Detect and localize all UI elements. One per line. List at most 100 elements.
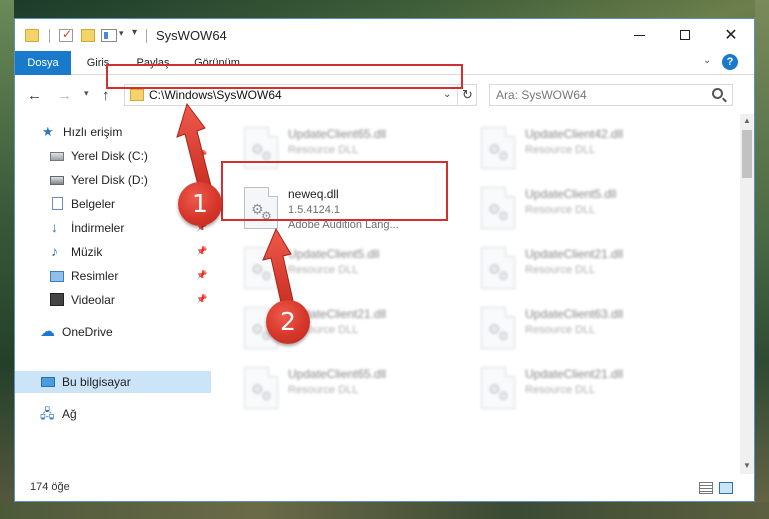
properties-check-icon[interactable] [59,27,73,42]
file-item[interactable]: ⚙ ⚙ UpdateClient5.dll Resource DLL [237,240,463,298]
step-1-badge: 1 [178,182,222,226]
navigation-pane: ★ Hızlı erişim Yerel Disk (C:) 📌 Yerel D… [15,114,211,474]
file-item[interactable]: ⚙ ⚙ UpdateClient63.dll Resource DLL [474,300,700,358]
scroll-down-icon[interactable]: ▼ [743,461,751,470]
chevron-down-icon[interactable]: ⌄ [443,89,451,100]
details-view-icon[interactable] [699,482,713,494]
dll-file-icon: ⚙ ⚙ [244,187,278,229]
file-item[interactable]: ⚙ ⚙ UpdateClient42.dll Resource DLL [474,120,700,178]
gear-icon: ⚙ [498,209,509,223]
dll-file-icon: ⚙ ⚙ [481,187,515,229]
star-icon: ★ [42,124,54,139]
chevron-down-icon[interactable]: ▾ [119,28,124,39]
sidebar-item-music[interactable]: ♪ Müzik 📌 [15,241,211,263]
drive-icon [50,176,64,185]
file-name: UpdateClient63.dll [525,307,624,321]
gear-icon: ⚙ [498,389,509,403]
new-folder-icon[interactable] [81,29,95,42]
toolbar-separator [146,29,147,43]
minimize-icon [633,34,645,36]
file-description: Resource DLL [525,264,596,276]
music-icon: ♪ [51,243,58,259]
sidebar-item-local-disk-d[interactable]: Yerel Disk (D:) 📌 [15,169,211,191]
pin-icon[interactable]: 📌 [196,246,207,257]
dll-file-icon: ⚙ ⚙ [481,307,515,349]
sidebar-item-this-pc[interactable]: Bu bilgisayar [15,371,211,393]
address-path[interactable]: C:\Windows\SysWOW64 [149,88,282,102]
sidebar-item-local-disk-c[interactable]: Yerel Disk (C:) 📌 [15,145,211,167]
refresh-icon[interactable]: ↻ [457,85,477,105]
desktop-wallpaper-right [755,0,769,519]
toolbar-separator [49,29,50,43]
scrollbar-thumb[interactable] [742,130,752,178]
document-icon [52,197,63,210]
file-item[interactable]: ⚙ ⚙ UpdateClient65.dll Resource DLL [237,360,463,418]
up-arrow-icon[interactable]: ↑ [102,87,110,104]
tiles-view-icon[interactable] [719,482,733,494]
tab-view[interactable]: Görünüm [185,51,249,75]
video-icon [50,293,64,306]
tab-share[interactable]: Paylaş [128,51,178,75]
maximize-button[interactable] [662,19,708,51]
vertical-scrollbar[interactable]: ▲ ▼ [740,114,754,474]
tab-file[interactable]: Dosya [15,51,71,75]
address-bar[interactable]: C:\Windows\SysWOW64 ⌄ ↻ [124,84,477,106]
file-description: Resource DLL [288,264,359,276]
tab-home[interactable]: Giriş [78,51,118,75]
search-icon[interactable] [712,88,723,99]
recent-locations-icon[interactable]: ▾ [84,88,89,99]
dll-file-icon: ⚙ ⚙ [481,127,515,169]
gear-icon: ⚙ [261,389,272,403]
network-icon: 🖧 [40,406,55,421]
close-button[interactable]: ✕ [708,19,754,51]
desktop-wallpaper-bottom [0,502,769,519]
pin-icon[interactable]: 📌 [196,150,207,161]
status-bar: 174 öğe [15,474,754,501]
pin-icon[interactable]: 📌 [196,270,207,281]
expand-ribbon-icon[interactable]: ⌄ [703,55,711,66]
minimize-button[interactable] [616,19,662,51]
file-name: UpdateClient65.dll [288,367,387,381]
sidebar-item-label: OneDrive [62,325,113,339]
dll-file-icon: ⚙ ⚙ [481,367,515,409]
sidebar-item-label: Belgeler [71,197,116,211]
desktop-wallpaper-left [0,0,14,519]
dll-file-icon: ⚙ ⚙ [481,247,515,289]
step-2-badge: 2 [266,300,310,344]
file-item[interactable]: ⚙ ⚙ UpdateClient21.dll Resource DLL [474,240,700,298]
sidebar-item-label: Videolar [71,293,115,307]
sidebar-item-quick-access[interactable]: ★ Hızlı erişim [15,121,211,143]
forward-arrow-icon[interactable]: → [57,87,72,104]
file-description: Resource DLL [525,384,596,396]
file-item[interactable]: ⚙ ⚙ UpdateClient5.dll Resource DLL [474,180,700,238]
gear-icon: ⚙ [498,329,509,343]
file-item[interactable]: ⚙ ⚙ UpdateClient21.dll Resource DLL [474,360,700,418]
ribbon-tabs: Dosya Giriş Paylaş Görünüm ⌄ ? [15,51,754,75]
sidebar-item-pictures[interactable]: Resimler 📌 [15,265,211,287]
file-item-neweq[interactable]: ⚙ ⚙ neweq.dll 1.5.4124.1 Adobe Audition L… [237,180,463,238]
sidebar-item-label: Bu bilgisayar [62,375,131,389]
file-item[interactable]: ⚙ ⚙ UpdateClient65.dll Resource DLL [237,120,463,178]
file-description: Resource DLL [525,204,596,216]
sidebar-item-label: Müzik [71,245,103,259]
search-box[interactable] [489,84,733,106]
sidebar-item-network[interactable]: 🖧 Ağ [15,403,211,425]
customize-toolbar-icon[interactable]: ▾ [132,27,137,38]
folder-icon [130,89,144,101]
file-name: UpdateClient5.dll [288,247,380,261]
search-input[interactable] [496,87,696,103]
sidebar-item-videos[interactable]: Videolar 📌 [15,289,211,311]
view-properties-icon[interactable] [101,29,117,42]
sidebar-item-label: Hızlı erişim [63,125,123,139]
scroll-up-icon[interactable]: ▲ [743,116,751,125]
pin-icon[interactable]: 📌 [196,294,207,305]
back-arrow-icon[interactable]: ← [27,87,42,104]
sidebar-item-downloads[interactable]: ↓ İndirmeler 📌 [15,217,211,239]
gear-icon: ⚙ [261,149,272,163]
sidebar-item-label: Resimler [71,269,119,283]
pictures-icon [50,271,64,282]
file-name: UpdateClient42.dll [525,127,624,141]
sidebar-item-onedrive[interactable]: ☁ OneDrive [15,321,211,343]
explorer-window: ▾ ▾ SysWOW64 ✕ Dosya Giriş Paylaş Görünü… [14,18,755,502]
help-icon[interactable]: ? [722,54,738,70]
